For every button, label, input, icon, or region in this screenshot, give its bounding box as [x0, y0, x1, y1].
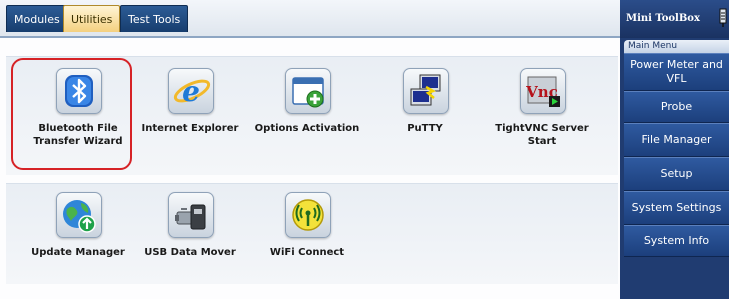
panel-title-text: Mini ToolBox — [626, 13, 700, 24]
tile-update-manager[interactable]: Update Manager — [18, 192, 138, 302]
tile-internet-explorer[interactable]: e Internet Explorer — [130, 68, 250, 178]
tab-test-tools[interactable]: Test Tools — [120, 5, 189, 32]
menu-item-file-manager[interactable]: File Manager — [624, 123, 729, 157]
tile-usb-data-mover[interactable]: USB Data Mover — [130, 192, 250, 302]
options-activation-icon — [285, 68, 331, 114]
menu-item-probe[interactable]: Probe — [624, 91, 729, 123]
tab-bar: Modules Utilities Test Tools — [0, 0, 620, 38]
tightvnc-icon: Vnc — [520, 68, 566, 114]
tile-label: TightVNC Server Start — [495, 123, 589, 147]
tile-putty[interactable]: PuTTY — [365, 68, 485, 178]
menu-item-power-meter-and-vfl[interactable]: Power Meter and VFL — [624, 53, 729, 91]
tile-options-activation[interactable]: Options Activation — [247, 68, 367, 178]
tile-label: Update Manager — [31, 247, 125, 258]
tile-label: USB Data Mover — [144, 247, 236, 258]
tile-label: PuTTY — [407, 123, 443, 134]
menu-item-setup[interactable]: Setup — [624, 157, 729, 191]
panel-title: Mini ToolBox — [620, 0, 729, 38]
main-area: Modules Utilities Test Tools Bluetooth F… — [0, 0, 620, 299]
tile-label: Options Activation — [254, 123, 360, 134]
utilities-content: Bluetooth File Transfer Wizard e Interne… — [0, 38, 620, 299]
svg-text:e: e — [182, 75, 200, 108]
tile-wifi-connect[interactable]: WiFi Connect — [247, 192, 367, 302]
menu-item-system-info[interactable]: System Info — [624, 225, 729, 257]
usb-data-mover-icon — [168, 192, 214, 238]
mini-toolbox-panel: Mini ToolBox Main Menu Power Meter and V… — [620, 0, 729, 299]
putty-icon — [403, 68, 449, 114]
main-menu-header: Main Menu — [624, 40, 729, 53]
update-manager-icon — [56, 192, 102, 238]
highlight-circle — [11, 58, 132, 170]
tab-modules[interactable]: Modules — [6, 5, 68, 32]
tile-label: WiFi Connect — [269, 247, 345, 258]
menu-item-system-settings[interactable]: System Settings — [624, 191, 729, 225]
tab-utilities[interactable]: Utilities — [63, 5, 121, 32]
wifi-connect-icon — [285, 192, 331, 238]
pin-icon[interactable] — [719, 8, 727, 28]
tile-label: Internet Explorer — [141, 123, 239, 134]
internet-explorer-icon: e — [168, 68, 214, 114]
tile-tightvnc-server-start[interactable]: Vnc TightVNC Server Start — [482, 68, 602, 178]
